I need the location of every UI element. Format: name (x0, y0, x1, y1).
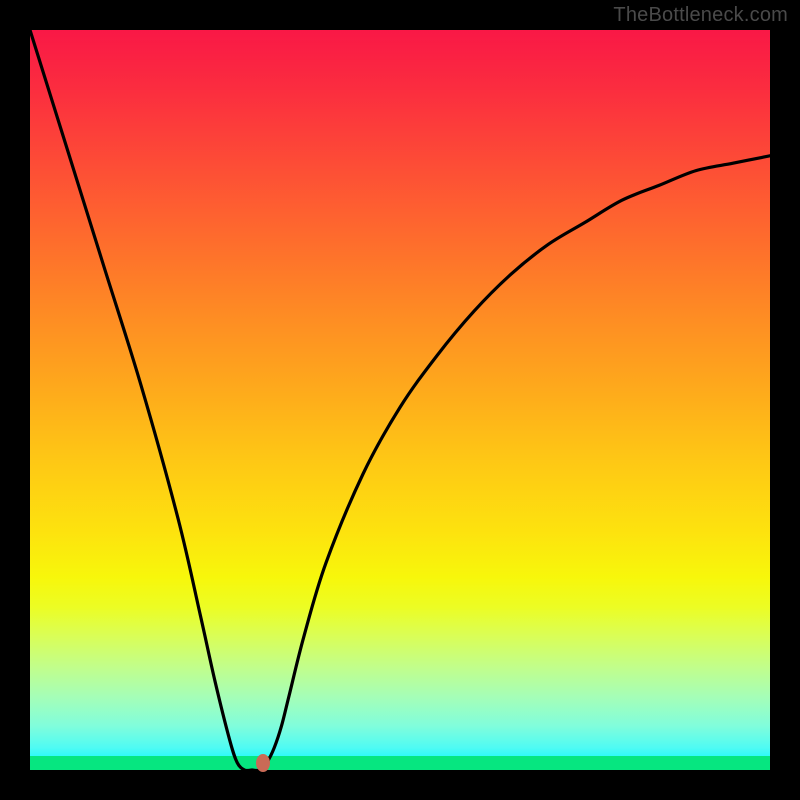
plot-bottom-green-strip (30, 756, 770, 770)
optimal-point-marker (256, 754, 270, 772)
plot-gradient-area (30, 30, 770, 770)
watermark-text: TheBottleneck.com (613, 4, 788, 27)
chart-frame: TheBottleneck.com (0, 0, 800, 800)
